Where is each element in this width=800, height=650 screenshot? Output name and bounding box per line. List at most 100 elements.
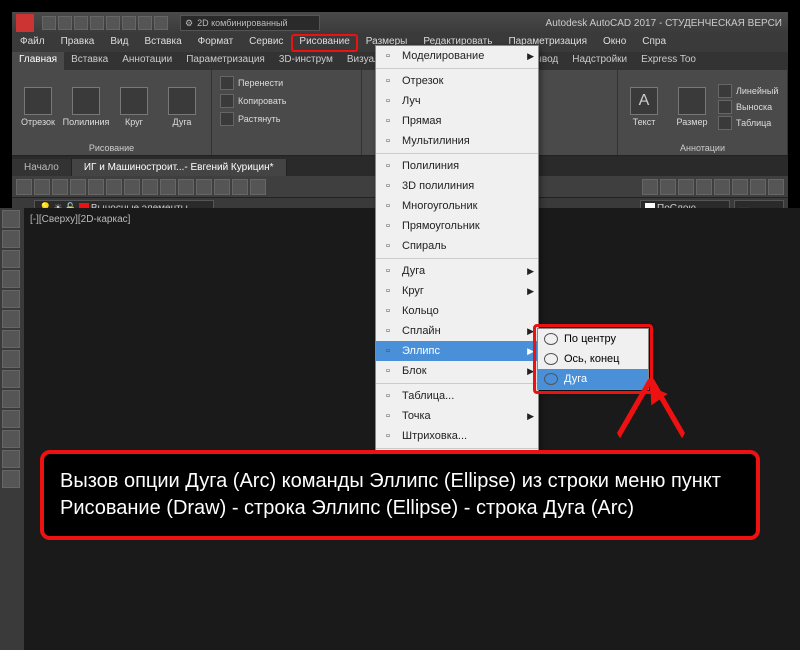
ann-button[interactable]: Выноска [718, 100, 778, 114]
menu-item-Мультилиния[interactable]: ▫Мультилиния [376, 131, 538, 151]
ribbon-tab[interactable]: Надстройки [565, 52, 634, 70]
menu-формат[interactable]: Формат [190, 34, 242, 52]
toolbar-button[interactable] [642, 179, 658, 195]
submenu-item-Дуга[interactable]: Дуга [538, 369, 648, 389]
toolbar-button[interactable] [16, 179, 32, 195]
toolbar-button[interactable] [750, 179, 766, 195]
toolbar-button[interactable] [142, 179, 158, 195]
qat-button[interactable] [90, 16, 104, 30]
tool-button[interactable] [2, 270, 20, 288]
toolbar-button[interactable] [106, 179, 122, 195]
modify-copy-button[interactable]: Копировать [220, 94, 353, 108]
menu-item-Спираль[interactable]: ▫Спираль [376, 236, 538, 256]
menu-спра[interactable]: Спра [634, 34, 674, 52]
text-button[interactable]: AТекст [622, 87, 666, 127]
ribbon-tab[interactable]: Главная [12, 52, 64, 70]
menu-item-Многоугольник[interactable]: ▫Многоугольник [376, 196, 538, 216]
menu-item-icon: ▫ [380, 158, 396, 174]
doc-tab[interactable]: Начало [12, 159, 72, 176]
toolbar-button[interactable] [232, 179, 248, 195]
tool-button[interactable] [2, 290, 20, 308]
tool-button[interactable] [2, 470, 20, 488]
draw-Дуга-button[interactable]: Дуга [160, 87, 204, 127]
toolbar-button[interactable] [52, 179, 68, 195]
menu-item-Таблица...[interactable]: ▫Таблица... [376, 386, 538, 406]
menu-item-Сплайн[interactable]: ▫Сплайн▶ [376, 321, 538, 341]
menu-item-Дуга[interactable]: ▫Дуга▶ [376, 261, 538, 281]
toolbar-button[interactable] [124, 179, 140, 195]
tool-button[interactable] [2, 210, 20, 228]
tool-button[interactable] [2, 410, 20, 428]
ribbon-tab[interactable]: 3D-инструм [272, 52, 340, 70]
toolbar-button[interactable] [70, 179, 86, 195]
draw-Полилиния-button[interactable]: Полилиния [64, 87, 108, 127]
toolbar-button[interactable] [196, 179, 212, 195]
menu-вставка[interactable]: Вставка [136, 34, 189, 52]
toolbar-button[interactable] [696, 179, 712, 195]
tool-button[interactable] [2, 390, 20, 408]
qat-button[interactable] [122, 16, 136, 30]
workspace-selector[interactable]: ⚙ 2D комбинированный [180, 15, 320, 31]
viewport-label[interactable]: [-][Сверху][2D-каркас] [30, 214, 130, 225]
menu-сервис[interactable]: Сервис [241, 34, 291, 52]
submenu-arrow-icon: ▶ [527, 286, 534, 297]
ribbon-tab[interactable]: Аннотации [115, 52, 179, 70]
toolbar-button[interactable] [34, 179, 50, 195]
toolbar-button[interactable] [678, 179, 694, 195]
doc-tab[interactable]: ИГ и Машиностроит...- Евгений Курицин* [72, 159, 287, 176]
menu-окно[interactable]: Окно [595, 34, 634, 52]
toolbar-button[interactable] [178, 179, 194, 195]
ribbon-tab[interactable]: Параметризация [179, 52, 272, 70]
dimension-button[interactable]: Размер [670, 87, 714, 127]
tool-button[interactable] [2, 430, 20, 448]
menu-item-Блок[interactable]: ▫Блок▶ [376, 361, 538, 381]
toolbar-button[interactable] [160, 179, 176, 195]
draw-Отрезок-button[interactable]: Отрезок [16, 87, 60, 127]
qat-button[interactable] [106, 16, 120, 30]
modify-move-button[interactable]: Перенести [220, 76, 353, 90]
qat-button[interactable] [42, 16, 56, 30]
toolbar-button[interactable] [768, 179, 784, 195]
menu-item-Кольцо[interactable]: ▫Кольцо [376, 301, 538, 321]
menu-файл[interactable]: Файл [12, 34, 53, 52]
tool-button[interactable] [2, 230, 20, 248]
menu-рисование[interactable]: Рисование [291, 34, 357, 52]
ribbon-tab[interactable]: Express Too [634, 52, 703, 70]
modify-stretch-button[interactable]: Растянуть [220, 112, 353, 126]
toolbar-button[interactable] [88, 179, 104, 195]
toolbar-button[interactable] [214, 179, 230, 195]
tool-button[interactable] [2, 250, 20, 268]
toolbar-button[interactable] [732, 179, 748, 195]
tool-button[interactable] [2, 450, 20, 468]
qat-button[interactable] [74, 16, 88, 30]
submenu-item-По центру[interactable]: По центру [538, 329, 648, 349]
tool-button[interactable] [2, 350, 20, 368]
tool-button[interactable] [2, 370, 20, 388]
menu-item-Эллипс[interactable]: ▫Эллипс▶ [376, 341, 538, 361]
menu-item-Полилиния[interactable]: ▫Полилиния [376, 156, 538, 176]
menu-item-Моделирование[interactable]: ▫Моделирование▶ [376, 46, 538, 66]
toolbar-button[interactable] [714, 179, 730, 195]
menu-item-Штриховка...[interactable]: ▫Штриховка... [376, 426, 538, 446]
toolbar-button[interactable] [250, 179, 266, 195]
toolbar-button[interactable] [660, 179, 676, 195]
tool-button[interactable] [2, 330, 20, 348]
menu-item-Круг[interactable]: ▫Круг▶ [376, 281, 538, 301]
menu-item-Отрезок[interactable]: ▫Отрезок [376, 71, 538, 91]
menu-item-Луч[interactable]: ▫Луч [376, 91, 538, 111]
menu-item-3D полилиния[interactable]: ▫3D полилиния [376, 176, 538, 196]
menu-item-Точка[interactable]: ▫Точка▶ [376, 406, 538, 426]
ann-button[interactable]: Таблица [718, 116, 778, 130]
draw-Круг-button[interactable]: Круг [112, 87, 156, 127]
tool-button[interactable] [2, 310, 20, 328]
qat-button[interactable] [58, 16, 72, 30]
ann-button[interactable]: Линейный [718, 84, 778, 98]
qat-button[interactable] [138, 16, 152, 30]
menu-item-Прямоугольник[interactable]: ▫Прямоугольник [376, 216, 538, 236]
menu-правка[interactable]: Правка [53, 34, 103, 52]
qat-button[interactable] [154, 16, 168, 30]
menu-item-Прямая[interactable]: ▫Прямая [376, 111, 538, 131]
ribbon-tab[interactable]: Вставка [64, 52, 115, 70]
menu-вид[interactable]: Вид [102, 34, 136, 52]
submenu-item-Ось, конец[interactable]: Ось, конец [538, 349, 648, 369]
